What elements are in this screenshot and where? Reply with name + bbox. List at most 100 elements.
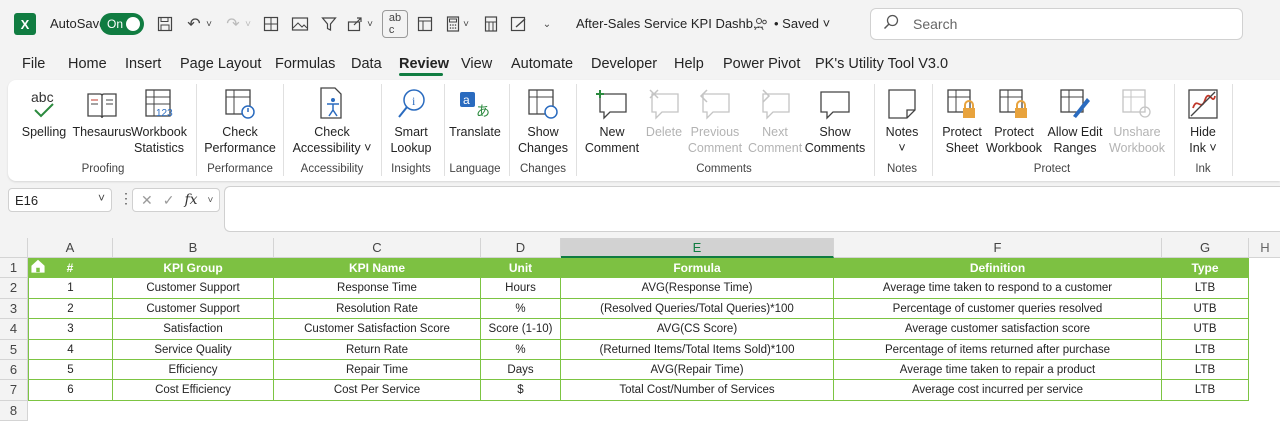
column-header-a[interactable]: A	[28, 238, 113, 258]
spelling-check-qat-icon[interactable]: ab c	[382, 10, 408, 38]
table-header-unit[interactable]: Unit	[481, 258, 561, 279]
worksheet[interactable]: ABCDEFG 12345678 # KPI Group KPI Name Unit F…	[0, 238, 1280, 423]
row-header-5[interactable]: 5	[0, 339, 28, 360]
smart-lookup-button[interactable]: i Smart Lookup	[388, 86, 434, 156]
customize-qat-icon[interactable]: ⌄	[536, 12, 558, 36]
cancel-icon[interactable]: ✕	[141, 192, 153, 209]
row-header-2[interactable]: 2	[0, 278, 28, 299]
menu-data[interactable]: Data	[351, 56, 382, 72]
table-cell-kpi-group[interactable]: Customer Support	[113, 298, 274, 320]
formula-input[interactable]	[224, 186, 1280, 232]
table-cell-number[interactable]: 1	[28, 278, 113, 299]
undo-dropdown-icon[interactable]: ˅	[203, 12, 215, 36]
table-cell-kpi-name[interactable]: Resolution Rate	[274, 298, 481, 320]
allow-edit-ranges-button[interactable]: Allow Edit Ranges	[1044, 86, 1106, 156]
column-header-g[interactable]: G	[1162, 238, 1249, 258]
menu-review[interactable]: Review	[399, 56, 449, 72]
table-cell-number[interactable]: 3	[28, 319, 113, 340]
save-icon[interactable]	[154, 12, 176, 36]
saved-status[interactable]: • Saved ˅	[774, 16, 830, 31]
table-cell-definition[interactable]: Average time taken to respond to a custo…	[834, 278, 1162, 299]
row-header-6[interactable]: 6	[0, 360, 28, 381]
table-cell-formula[interactable]: AVG(Response Time)	[561, 278, 834, 299]
form-icon[interactable]	[414, 12, 436, 36]
menu-automate[interactable]: Automate	[511, 56, 573, 72]
table-cell-formula[interactable]: Total Cost/Number of Services	[561, 380, 834, 401]
insert-function-icon[interactable]: fx	[184, 192, 197, 208]
redo-icon[interactable]: ↷	[222, 12, 244, 36]
more-options-icon[interactable]: ⋮	[119, 190, 133, 207]
column-header-b[interactable]: B	[113, 238, 274, 258]
thesaurus-button[interactable]: Thesaurus	[70, 86, 134, 140]
calculator-dropdown-icon[interactable]: ˅	[460, 12, 472, 36]
delete-comment-button[interactable]: Delete	[644, 86, 684, 140]
review-form-icon[interactable]	[508, 12, 530, 36]
new-comment-button[interactable]: New Comment	[582, 86, 642, 156]
table-cell-number[interactable]: 5	[28, 360, 113, 381]
borders-icon[interactable]	[260, 12, 282, 36]
hide-ink-button[interactable]: Hide Ink ˅	[1180, 86, 1226, 156]
table-cell-type[interactable]: LTB	[1162, 278, 1249, 299]
show-comments-button[interactable]: Show Comments	[804, 86, 866, 156]
menu-home[interactable]: Home	[68, 56, 107, 72]
table-cell-definition[interactable]: Average time taken to repair a product	[834, 360, 1162, 381]
column-header-overflow[interactable]: H	[1250, 238, 1280, 258]
undo-icon[interactable]: ↶	[183, 12, 205, 36]
function-dropdown-icon[interactable]: ˅	[208, 195, 214, 206]
table-cell-unit[interactable]: %	[481, 298, 561, 320]
menu-view[interactable]: View	[461, 56, 492, 72]
table-cell-kpi-name[interactable]: Return Rate	[274, 339, 481, 360]
table-cell-unit[interactable]: %	[481, 339, 561, 360]
protect-workbook-button[interactable]: Protect Workbook	[986, 86, 1042, 156]
redo-dropdown-icon[interactable]: ˅	[242, 12, 254, 36]
table-cell-number[interactable]: 2	[28, 298, 113, 320]
check-accessibility-button[interactable]: Check Accessibility ˅	[289, 86, 375, 156]
column-header-d[interactable]: D	[481, 238, 561, 258]
table-cell-definition[interactable]: Percentage of items returned after purch…	[834, 339, 1162, 360]
next-comment-button[interactable]: Next Comment	[748, 86, 802, 156]
row-header-3[interactable]: 3	[0, 298, 28, 320]
translate-button[interactable]: aあ Translate	[449, 86, 501, 140]
workbook-statistics-button[interactable]: 123 Workbook Statistics	[130, 86, 188, 156]
table-cell-definition[interactable]: Average customer satisfaction score	[834, 319, 1162, 340]
table-cell-number[interactable]: 4	[28, 339, 113, 360]
previous-comment-button[interactable]: Previous Comment	[686, 86, 744, 156]
notes-button[interactable]: Notes ˅	[880, 86, 924, 156]
column-header-c[interactable]: C	[274, 238, 481, 258]
row-header-7[interactable]: 7	[0, 380, 28, 401]
table-header-kpi-name[interactable]: KPI Name	[274, 258, 481, 279]
table-cell-type[interactable]: LTB	[1162, 380, 1249, 401]
table-cell-unit[interactable]: Hours	[481, 278, 561, 299]
table-cell-definition[interactable]: Percentage of customer queries resolved	[834, 298, 1162, 320]
table-cell-kpi-name[interactable]: Response Time	[274, 278, 481, 299]
chevron-down-icon[interactable]: ˅	[98, 191, 105, 205]
column-header-f[interactable]: F	[834, 238, 1162, 258]
menu-power-pivot[interactable]: Power Pivot	[723, 56, 800, 72]
menu-formulas[interactable]: Formulas	[275, 56, 335, 72]
table-cell-kpi-group[interactable]: Service Quality	[113, 339, 274, 360]
table-header-formula[interactable]: Formula	[561, 258, 834, 279]
table-header-definition[interactable]: Definition	[834, 258, 1162, 279]
table-cell-unit[interactable]: Days	[481, 360, 561, 381]
table-cell-kpi-name[interactable]: Cost Per Service	[274, 380, 481, 401]
protect-sheet-button[interactable]: Protect Sheet	[938, 86, 986, 156]
document-title[interactable]: After-Sales Service KPI Dashb...	[576, 16, 764, 31]
menu-file[interactable]: File	[22, 56, 45, 72]
menu-page-layout[interactable]: Page Layout	[180, 56, 261, 72]
picture-icon[interactable]	[289, 12, 311, 36]
row-header-4[interactable]: 4	[0, 319, 28, 340]
table-cell-definition[interactable]: Average cost incurred per service	[834, 380, 1162, 401]
home-icon[interactable]	[29, 259, 47, 273]
spelling-button[interactable]: abc Spelling	[18, 86, 70, 140]
row-header-8[interactable]: 8	[0, 400, 28, 422]
show-changes-button[interactable]: Show Changes	[515, 86, 571, 156]
table-cell-formula[interactable]: (Resolved Queries/Total Queries)*100	[561, 298, 834, 320]
column-header-e[interactable]: E	[561, 238, 834, 258]
table-cell-kpi-name[interactable]: Repair Time	[274, 360, 481, 381]
search-box[interactable]: Search	[870, 8, 1243, 40]
share-dropdown-icon[interactable]: ˅	[364, 12, 376, 36]
menu-utility-tool[interactable]: PK's Utility Tool V3.0	[815, 56, 948, 72]
table-cell-kpi-name[interactable]: Customer Satisfaction Score	[274, 319, 481, 340]
share-icon[interactable]	[344, 12, 366, 36]
table-cell-unit[interactable]: Score (1-10)	[481, 319, 561, 340]
